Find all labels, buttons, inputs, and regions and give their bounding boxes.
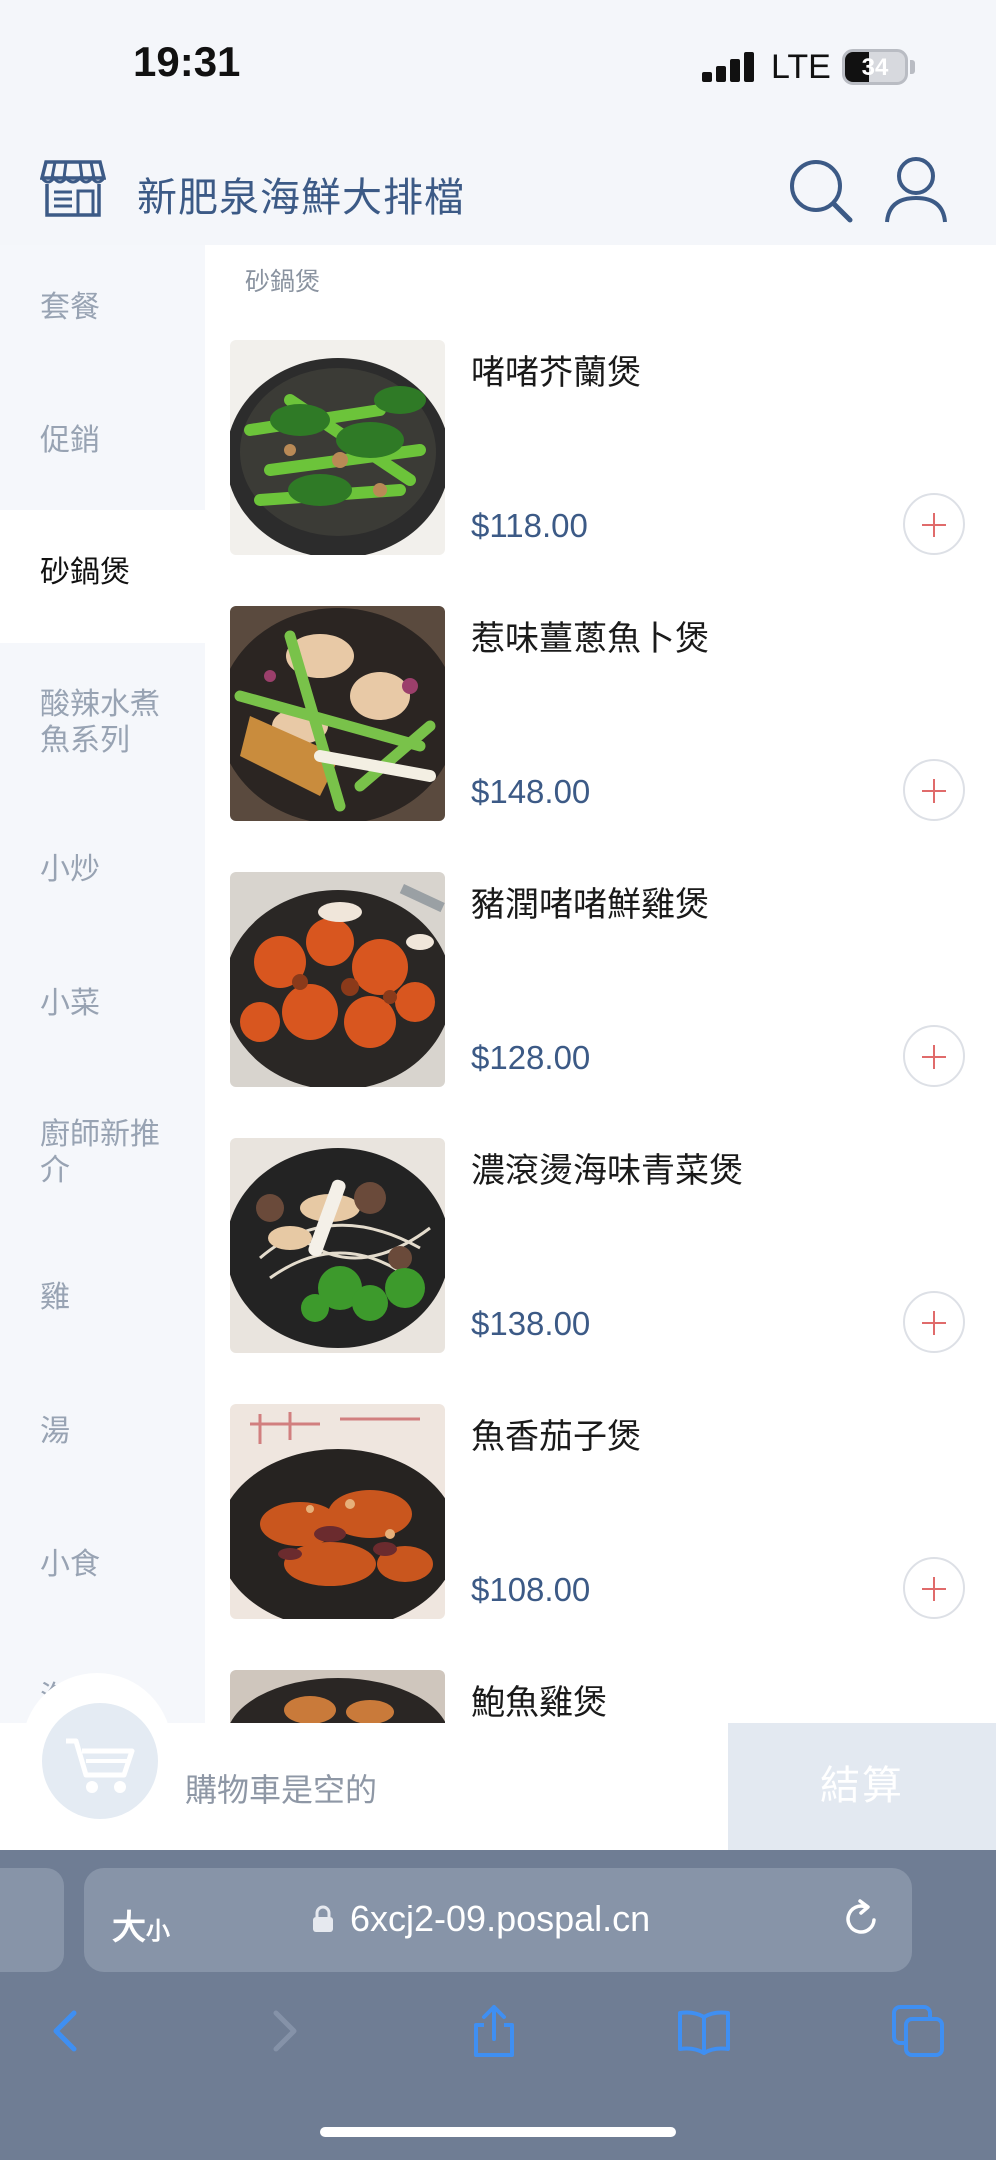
cart-button[interactable] <box>42 1703 158 1819</box>
sidebar-item-snacks[interactable]: 小食 <box>0 1547 205 1583</box>
tabs-icon[interactable] <box>890 2003 946 2059</box>
sidebar-item-chef-recommend[interactable]: 廚師新推介 <box>0 1117 185 1189</box>
add-to-cart-button[interactable] <box>903 759 965 821</box>
checkout-button[interactable]: 結算 <box>728 1723 996 1850</box>
sidebar-item-claypot[interactable]: 砂鍋煲 <box>0 510 205 643</box>
sidebar-item-set-meal[interactable]: 套餐 <box>0 290 205 326</box>
section-title: 砂鍋煲 <box>245 268 321 296</box>
text-size-large: 大 <box>112 1909 146 1947</box>
store-title: 新肥泉海鮮大排檔 <box>137 176 465 220</box>
dish-image[interactable] <box>230 1138 445 1353</box>
dish-name[interactable]: 豬潤啫啫鮮雞煲 <box>471 877 709 926</box>
home-indicator <box>320 2127 676 2137</box>
previous-tab-preview[interactable] <box>0 1868 64 1972</box>
add-to-cart-button[interactable] <box>903 1557 965 1619</box>
dish-price: $118.00 <box>471 507 588 544</box>
add-to-cart-button[interactable] <box>903 493 965 555</box>
sidebar-item-soup[interactable]: 湯 <box>0 1414 205 1450</box>
battery-level: 34 <box>861 54 889 81</box>
battery-icon: 34 <box>842 49 908 85</box>
dish-name[interactable]: 鮑魚雞煲 <box>471 1675 607 1724</box>
dish-image[interactable] <box>230 340 445 555</box>
cart-empty-text: 購物車是空的 <box>185 1772 378 1808</box>
dish-image[interactable] <box>230 872 445 1087</box>
sidebar-item-promotion[interactable]: 促銷 <box>0 423 205 459</box>
cellular-signal-icon <box>702 52 756 82</box>
category-sidebar: 套餐 促銷 砂鍋煲 酸辣水煮魚系列 小炒 小菜 廚師新推介 雞 湯 小食 海 <box>0 245 205 1723</box>
dish-image[interactable] <box>230 1670 445 1723</box>
sidebar-item-dishes[interactable]: 小菜 <box>0 986 205 1022</box>
search-icon[interactable] <box>788 158 854 224</box>
dish-image[interactable] <box>230 1404 445 1619</box>
user-icon[interactable] <box>883 156 949 224</box>
share-icon[interactable] <box>466 2003 522 2059</box>
dish-name[interactable]: 濃滾燙海味青菜煲 <box>471 1143 743 1192</box>
reload-icon[interactable] <box>840 1898 882 1940</box>
battery-tip <box>910 60 915 74</box>
dish-price: $148.00 <box>471 773 591 810</box>
dish-name[interactable]: 魚香茄子煲 <box>471 1409 641 1458</box>
sidebar-item-stir-fry[interactable]: 小炒 <box>0 852 205 888</box>
sidebar-item-spicy-fish[interactable]: 酸辣水煮魚系列 <box>0 687 185 759</box>
add-to-cart-button[interactable] <box>903 1025 965 1087</box>
cart-icon <box>66 1738 135 1793</box>
dish-price: $128.00 <box>471 1039 591 1076</box>
text-size-button[interactable]: 大小 <box>112 1900 170 1949</box>
add-to-cart-button[interactable] <box>903 1291 965 1353</box>
dish-name[interactable]: 啫啫芥蘭煲 <box>471 345 641 394</box>
url-text[interactable]: 6xcj2-09.pospal.cn <box>350 1898 650 1940</box>
dish-name[interactable]: 惹味薑蔥魚卜煲 <box>471 611 709 660</box>
back-icon[interactable] <box>38 2003 94 2059</box>
dish-image[interactable] <box>230 606 445 821</box>
text-size-small: 小 <box>146 1918 170 1945</box>
store-icon <box>40 160 106 217</box>
dish-price: $108.00 <box>471 1571 591 1608</box>
network-type: LTE <box>771 48 831 86</box>
bookmarks-icon[interactable] <box>676 2003 732 2059</box>
sidebar-item-chicken[interactable]: 雞 <box>0 1280 205 1316</box>
lock-icon <box>313 1905 333 1932</box>
status-time: 19:31 <box>133 38 241 85</box>
forward-icon[interactable] <box>256 2003 312 2059</box>
dish-price: $138.00 <box>471 1305 591 1342</box>
